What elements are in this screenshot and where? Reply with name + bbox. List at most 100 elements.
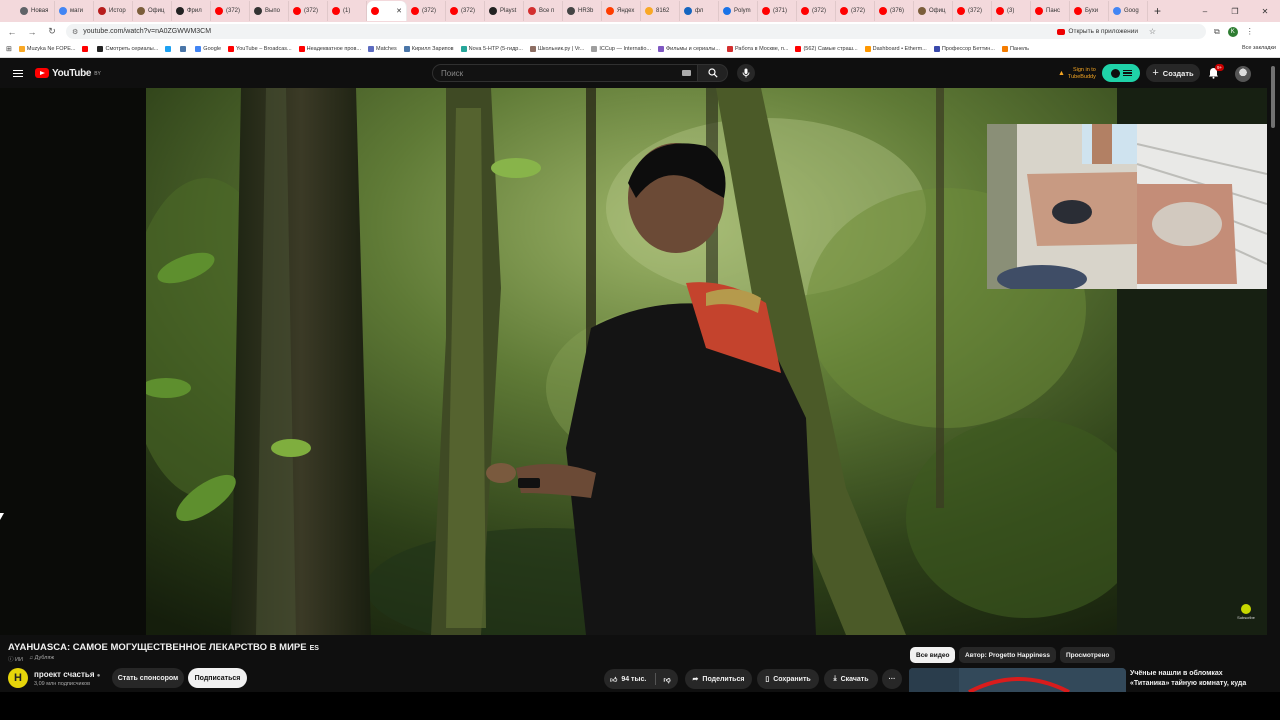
search-button[interactable] xyxy=(698,64,728,82)
account-avatar[interactable] xyxy=(1235,66,1251,82)
browser-tab[interactable]: Выпо xyxy=(250,1,289,21)
bookmark-star-icon[interactable]: ☆ xyxy=(1149,27,1156,36)
tab-label: маги xyxy=(70,8,84,14)
browser-tab[interactable]: Все п xyxy=(524,1,563,21)
browser-tab[interactable]: маги xyxy=(55,1,94,21)
browser-tab[interactable]: Goog xyxy=(1109,1,1148,21)
create-button[interactable]: + Создать xyxy=(1146,64,1200,82)
reload-icon[interactable]: ↻ xyxy=(46,26,58,37)
browser-tab[interactable]: (372) xyxy=(953,1,992,21)
omnibox[interactable]: ⚙ youtube.com/watch?v=nA0ZGWWM3CM Открыт… xyxy=(66,24,1206,39)
bookmark-item[interactable]: YouTube – Broadcas... xyxy=(228,46,292,52)
all-bookmarks-button[interactable]: Все закладки xyxy=(1237,45,1276,51)
filter-chip[interactable]: Автор: Progetto Happiness xyxy=(959,647,1057,663)
bookmark-item[interactable]: Неадекватное пров... xyxy=(298,46,361,52)
tubebuddy-signin[interactable]: ▲ Sign in to TubeBuddy xyxy=(1058,67,1096,80)
bookmark-item[interactable] xyxy=(165,46,173,52)
bookmark-item[interactable]: Google xyxy=(195,46,221,52)
bookmark-item[interactable]: Nova 5-HTP (5-гидр... xyxy=(460,46,523,52)
bookmark-item[interactable]: Matches xyxy=(367,46,397,52)
bookmark-item[interactable] xyxy=(82,46,90,52)
keyboard-icon[interactable] xyxy=(682,70,691,76)
bookmark-item[interactable]: Muzyka Ne FOPE... xyxy=(18,46,75,52)
bookmark-favicon-icon xyxy=(795,46,802,52)
new-tab-button[interactable]: + xyxy=(1154,4,1161,18)
more-actions-button[interactable]: ··· xyxy=(882,669,902,689)
filter-chip[interactable]: Просмотрено xyxy=(1060,647,1116,663)
browser-tab[interactable]: HR3b xyxy=(563,1,602,21)
extensions-icon[interactable]: ⧉ xyxy=(1214,27,1220,37)
bookmark-item[interactable]: Панель xyxy=(1001,46,1029,52)
profile-avatar[interactable]: K xyxy=(1227,26,1238,37)
browser-tab[interactable]: Офиц xyxy=(914,1,953,21)
bookmark-item[interactable]: Кирилл Зарипов xyxy=(403,46,454,52)
browser-tab[interactable]: (372) xyxy=(446,1,485,21)
browser-tab[interactable]: (372) xyxy=(211,1,250,21)
bookmark-item[interactable]: Школьник.ру | Vr... xyxy=(529,46,584,52)
notifications-button[interactable]: 9+ xyxy=(1208,64,1225,79)
browser-tab[interactable]: (372) xyxy=(407,1,446,21)
bookmark-item[interactable]: ICCup — Internatio... xyxy=(591,46,651,52)
browser-tab[interactable]: (372) xyxy=(836,1,875,21)
open-in-app-chip[interactable]: Открыть в приложении xyxy=(1057,28,1138,35)
browser-tab[interactable]: Панс xyxy=(1031,1,1070,21)
subscribe-watermark[interactable]: Subscribe xyxy=(1236,604,1256,620)
browser-tab[interactable]: (376) xyxy=(875,1,914,21)
browser-tab[interactable]: (372) xyxy=(797,1,836,21)
browser-tab[interactable]: Яндех xyxy=(602,1,641,21)
filter-chip[interactable]: Все видео xyxy=(910,647,956,663)
url-text[interactable]: youtube.com/watch?v=nA0ZGWWM3CM xyxy=(83,28,211,35)
browser-tab[interactable]: (3) xyxy=(992,1,1031,21)
site-info-icon[interactable]: ⚙ xyxy=(72,28,78,36)
channel-avatar[interactable]: H xyxy=(8,668,28,688)
youtube-logo[interactable]: YouTube BY xyxy=(35,68,101,79)
bookmark-item[interactable]: Фильмы и сериалы... xyxy=(658,46,720,52)
share-button[interactable]: ➦ Поделиться xyxy=(685,669,752,689)
hamburger-menu-icon[interactable] xyxy=(13,69,23,77)
bookmark-item[interactable]: Работа в Москве, п... xyxy=(726,46,788,52)
menu-kebab-icon[interactable]: ⋮ xyxy=(1246,27,1254,36)
minimize-button[interactable]: – xyxy=(1190,7,1220,16)
download-button[interactable]: ⤓ Скачать xyxy=(824,669,878,689)
scrollbar-thumb[interactable] xyxy=(1271,66,1275,128)
browser-tab[interactable]: Бухи xyxy=(1070,1,1109,21)
join-sponsor-button[interactable]: Стать спонсором xyxy=(112,668,184,688)
tubebuddy-button[interactable] xyxy=(1102,64,1140,82)
browser-tab[interactable]: (1) xyxy=(328,1,367,21)
browser-tab[interactable]: ✕ xyxy=(367,1,407,21)
bookmark-item[interactable] xyxy=(180,46,188,52)
bookmark-item[interactable]: Смотреть сериалы... xyxy=(97,46,158,52)
like-button[interactable]: 👍︎ 94 тыс. xyxy=(604,673,656,685)
recommendation-thumbnail[interactable] xyxy=(909,668,1126,692)
bookmark-item[interactable]: (562) Самые страш... xyxy=(795,46,858,52)
dislike-button[interactable]: 👎︎ xyxy=(656,675,678,684)
video-frame[interactable] xyxy=(146,88,1117,635)
apps-grid-icon[interactable]: ⊞ xyxy=(6,45,12,53)
tubebuddy-menu-icon xyxy=(1122,69,1132,77)
browser-tab[interactable]: (371) xyxy=(758,1,797,21)
browser-tab[interactable]: фл xyxy=(680,1,719,21)
bookmark-item[interactable]: Dashboard • Etherm... xyxy=(864,46,927,52)
save-button[interactable]: ▯ Сохранить xyxy=(757,669,819,689)
back-arrow-icon[interactable]: ← xyxy=(6,27,18,37)
page-scrollbar[interactable] xyxy=(1267,58,1280,692)
browser-tab[interactable]: Polym xyxy=(719,1,758,21)
browser-tab[interactable]: Новая xyxy=(16,1,55,21)
search-input[interactable]: Поиск xyxy=(432,64,698,82)
tab-close-icon[interactable]: ✕ xyxy=(396,7,402,15)
channel-name[interactable]: проект счастья ● xyxy=(34,670,100,679)
browser-tab[interactable]: Истор xyxy=(94,1,133,21)
bookmark-item[interactable]: Профессор Беттин... xyxy=(933,46,995,52)
recommendation-title[interactable]: Учёные нашли в обломках «Титаника» тайну… xyxy=(1130,669,1260,688)
restore-button[interactable]: ❐ xyxy=(1220,7,1250,16)
browser-tab[interactable]: Фрил xyxy=(172,1,211,21)
close-window-button[interactable]: ✕ xyxy=(1250,7,1280,16)
browser-tab[interactable]: (372) xyxy=(289,1,328,21)
voice-search-button[interactable] xyxy=(737,64,755,82)
download-icon: ⤓ xyxy=(833,675,837,682)
forward-arrow-icon[interactable]: → xyxy=(26,27,38,37)
browser-tab[interactable]: Playst xyxy=(485,1,524,21)
browser-tab[interactable]: 8162 xyxy=(641,1,680,21)
subscribe-button[interactable]: Подписаться xyxy=(188,668,247,688)
browser-tab[interactable]: Офиц xyxy=(133,1,172,21)
